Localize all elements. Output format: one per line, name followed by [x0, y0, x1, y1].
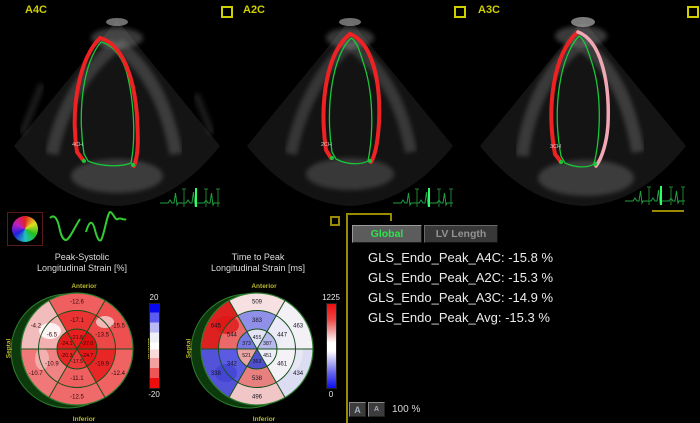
- ultrasound-view-a4c[interactable]: 4CH: [0, 14, 233, 214]
- svg-text:-10.9: -10.9: [45, 362, 59, 368]
- svg-text:-12.6: -12.6: [70, 300, 84, 306]
- annulus-tag: 2CH: [321, 142, 332, 148]
- gls-measurements: GLS_Endo_Peak_A4C: -15.8 % GLS_Endo_Peak…: [368, 248, 553, 328]
- strain-curve-icon: [85, 210, 127, 242]
- gls-a4c: GLS_Endo_Peak_A4C: -15.8 %: [368, 250, 554, 265]
- ttp-map-title: Time to Peak Longitudinal Strain [ms]: [210, 252, 306, 273]
- svg-text:363: 363: [253, 359, 262, 365]
- font-size-small-button[interactable]: A: [368, 402, 385, 417]
- ttp-colorbar: 1225 0: [322, 293, 340, 399]
- panel-guide-line: [346, 213, 392, 215]
- panel-select-icon[interactable]: [330, 216, 340, 226]
- svg-text:-13.5: -13.5: [95, 333, 109, 339]
- annulus-tag: 4CH: [72, 142, 83, 148]
- svg-text:-15.5: -15.5: [111, 323, 125, 329]
- gls-a3c: GLS_Endo_Peak_A3C: -14.9 %: [368, 290, 554, 305]
- svg-text:544: 544: [227, 333, 238, 339]
- svg-text:373: 373: [242, 341, 251, 347]
- svg-text:-24.7: -24.7: [81, 353, 93, 359]
- strain-colorbar: 20 -20: [148, 293, 160, 399]
- strain-map-title: Peak-Systolic Longitudinal Strain [%]: [36, 252, 128, 273]
- svg-text:-6.5: -6.5: [47, 333, 58, 339]
- svg-text:509: 509: [252, 300, 263, 306]
- svg-text:-12.4: -12.4: [111, 371, 125, 377]
- svg-text:521: 521: [242, 353, 251, 359]
- svg-text:-17.1: -17.1: [70, 318, 84, 324]
- svg-text:338: 338: [211, 371, 222, 377]
- svg-text:-19.9: -19.9: [95, 362, 109, 368]
- svg-text:463: 463: [293, 323, 304, 329]
- svg-text:-4.2: -4.2: [31, 323, 42, 329]
- gls-avg: GLS_Endo_Peak_Avg: -15.3 %: [368, 310, 550, 325]
- svg-text:455: 455: [253, 335, 262, 341]
- svg-text:434: 434: [293, 371, 304, 377]
- strain-bullseye-map: Anterior -21.8 -27.0 -24.7 -17.5 -20.3 -24.1-…: [5, 283, 161, 423]
- svg-text:461: 461: [277, 362, 288, 368]
- svg-text:342: 342: [227, 362, 238, 368]
- ecg-frame-marker: [652, 210, 684, 212]
- svg-text:645: 645: [211, 323, 222, 329]
- tab-global[interactable]: Global: [352, 225, 422, 243]
- svg-text:447: 447: [277, 333, 288, 339]
- echo-strain-screen: A4C A2C A3C 4CH 2CH 3CH Peak-Systolic Lo…: [0, 0, 700, 423]
- color-wheel-icon[interactable]: [7, 212, 43, 246]
- svg-text:-17.5: -17.5: [71, 359, 83, 365]
- svg-text:451: 451: [263, 353, 272, 359]
- svg-text:-20.3: -20.3: [61, 353, 73, 359]
- svg-text:-11.1: -11.1: [70, 376, 84, 382]
- svg-text:-27.0: -27.0: [81, 341, 93, 347]
- tab-lv-length[interactable]: LV Length: [424, 225, 498, 243]
- font-size-large-button[interactable]: A: [349, 402, 366, 417]
- svg-text:538: 538: [252, 376, 263, 382]
- svg-text:-10.7: -10.7: [29, 371, 43, 377]
- zoom-level: 100 %: [392, 404, 421, 415]
- svg-text:-12.5: -12.5: [70, 395, 84, 401]
- svg-text:383: 383: [252, 318, 263, 324]
- panel-guide-line: [390, 213, 392, 221]
- annulus-tag: 3CH: [550, 144, 561, 150]
- strain-curve-icon: [49, 215, 81, 242]
- ultrasound-view-a2c[interactable]: 2CH: [233, 14, 466, 214]
- svg-text:387: 387: [263, 341, 272, 347]
- gls-a2c: GLS_Endo_Peak_A2C: -15.3 %: [368, 270, 554, 285]
- svg-text:496: 496: [252, 395, 263, 401]
- ultrasound-view-a3c[interactable]: 3CH: [466, 14, 700, 214]
- svg-text:-24.1: -24.1: [61, 341, 73, 347]
- panel-guide-line: [346, 213, 348, 423]
